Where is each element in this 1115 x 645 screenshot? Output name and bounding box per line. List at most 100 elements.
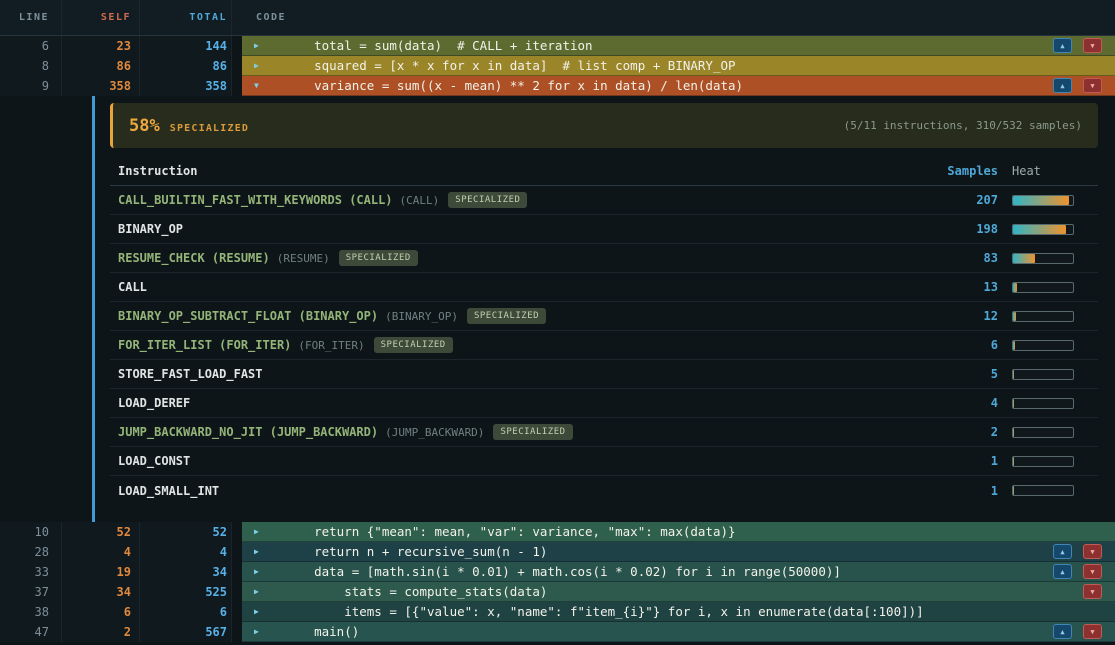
- row-actions: ▲▼: [1053, 544, 1102, 559]
- instruction-name: LOAD_SMALL_INT: [118, 484, 924, 498]
- total-samples: 144: [140, 36, 232, 56]
- jump-up-button[interactable]: ▲: [1053, 38, 1072, 53]
- self-samples: 23: [62, 36, 140, 56]
- row-actions: ▲▼: [1053, 78, 1102, 93]
- code-line-row[interactable]: 472567▶ main()▲▼: [0, 622, 1115, 642]
- base-instruction: (JUMP_BACKWARD): [385, 426, 484, 439]
- instruction-row: CALL13: [110, 273, 1098, 302]
- th-instruction: Instruction: [118, 164, 924, 178]
- instruction-samples: 198: [924, 222, 1010, 236]
- expand-icon[interactable]: ▶: [242, 627, 284, 636]
- jump-up-button[interactable]: ▲: [1053, 544, 1072, 559]
- code-line-row[interactable]: 623144▶ total = sum(data) # CALL + itera…: [0, 36, 1115, 56]
- code-rows-bottom: 10 5252 ▶ return {"mean": mean, "var": var…: [0, 522, 1115, 642]
- code-line-row[interactable]: 331934▶ data = [math.sin(i * 0.01) + mat…: [0, 562, 1115, 582]
- expand-icon[interactable]: ▶: [242, 587, 284, 596]
- instruction-name: STORE_FAST_LOAD_FAST: [118, 367, 924, 381]
- self-samples: 52: [62, 522, 140, 542]
- heat-bar-fill: [1013, 370, 1014, 379]
- line-number: 38: [0, 602, 62, 622]
- instruction-name: LOAD_DEREF: [118, 396, 924, 410]
- code-line-row[interactable]: 9358358▼ variance = sum((x - mean) ** 2 …: [0, 76, 1115, 96]
- specialization-summary-left: 58% SPECIALIZED: [129, 116, 249, 136]
- code-cell[interactable]: ▶ main()▲▼: [242, 622, 1115, 642]
- code-cell[interactable]: ▶ squared = [x * x for x in data] # list…: [242, 56, 1115, 76]
- base-instruction: (FOR_ITER): [298, 339, 364, 352]
- collapse-icon[interactable]: ▼: [242, 81, 284, 90]
- expand-icon[interactable]: ▶: [242, 607, 284, 616]
- specialized-badge: SPECIALIZED: [493, 424, 572, 440]
- code-line-row[interactable]: 2844▶ return n + recursive_sum(n - 1)▲▼: [0, 542, 1115, 562]
- instruction-name: CALL_BUILTIN_FAST_WITH_KEYWORDS (CALL)(C…: [118, 192, 924, 208]
- jump-down-button[interactable]: ▼: [1083, 78, 1102, 93]
- expand-icon[interactable]: ▶: [242, 547, 284, 556]
- jump-down-button[interactable]: ▼: [1083, 584, 1102, 599]
- code-cell[interactable]: ▶ stats = compute_stats(data)▼: [242, 582, 1115, 602]
- th-samples: Samples: [924, 164, 1010, 178]
- line-number: 8: [0, 56, 62, 76]
- self-samples: 6: [62, 602, 140, 622]
- col-header-total: TOTAL: [140, 0, 232, 35]
- instruction-samples: 12: [924, 309, 1010, 323]
- code-line-row[interactable]: 88686▶ squared = [x * x for x in data] #…: [0, 56, 1115, 76]
- instruction-name: LOAD_CONST: [118, 454, 924, 468]
- code-line-row[interactable]: 105252▶ return {"mean": mean, "var": var…: [0, 522, 1115, 542]
- base-instruction: (BINARY_OP): [385, 310, 458, 323]
- instruction-row: JUMP_BACKWARD_NO_JIT (JUMP_BACKWARD)(JUM…: [110, 418, 1098, 447]
- base-instruction: (CALL): [400, 194, 440, 207]
- heat-bar-track: [1012, 224, 1074, 235]
- heat-cell: [1010, 427, 1098, 438]
- jump-down-button[interactable]: ▼: [1083, 624, 1102, 639]
- total-samples: 525: [140, 582, 232, 602]
- jump-up-button[interactable]: ▲: [1053, 78, 1072, 93]
- expand-icon[interactable]: ▶: [242, 61, 284, 70]
- instruction-name: RESUME_CHECK (RESUME)(RESUME)SPECIALIZED: [118, 250, 924, 266]
- jump-down-button[interactable]: ▼: [1083, 544, 1102, 559]
- instruction-samples: 6: [924, 338, 1010, 352]
- expand-icon[interactable]: ▶: [242, 41, 284, 50]
- line-number: 10: [0, 522, 62, 542]
- heat-bar-track: [1012, 340, 1074, 351]
- heat-cell: [1010, 224, 1098, 235]
- jump-down-button[interactable]: ▼: [1083, 38, 1102, 53]
- code-cell[interactable]: ▶ data = [math.sin(i * 0.01) + math.cos(…: [242, 562, 1115, 582]
- expand-icon[interactable]: ▶: [242, 567, 284, 576]
- col-header-code: CODE: [232, 12, 1115, 23]
- heat-bar-fill: [1013, 341, 1015, 350]
- heat-bar-fill: [1013, 486, 1014, 495]
- code-cell[interactable]: ▶ total = sum(data) # CALL + iteration▲▼: [242, 36, 1115, 56]
- instruction-samples: 13: [924, 280, 1010, 294]
- code-text: return n + recursive_sum(n - 1): [284, 544, 1053, 559]
- instruction-row: BINARY_OP_SUBTRACT_FLOAT (BINARY_OP)(BIN…: [110, 302, 1098, 331]
- jump-up-button[interactable]: ▲: [1053, 564, 1072, 579]
- self-samples: 86: [62, 56, 140, 76]
- code-cell[interactable]: ▶ items = [{"value": x, "name": f"item_{…: [242, 602, 1115, 622]
- specialization-meta: (5/11 instructions, 310/532 samples): [844, 119, 1082, 132]
- code-cell[interactable]: ▶ return n + recursive_sum(n - 1)▲▼: [242, 542, 1115, 562]
- code-line-row[interactable]: 3866▶ items = [{"value": x, "name": f"it…: [0, 602, 1115, 622]
- instruction-row: RESUME_CHECK (RESUME)(RESUME)SPECIALIZED…: [110, 244, 1098, 273]
- code-cell[interactable]: ▼ variance = sum((x - mean) ** 2 for x i…: [242, 76, 1115, 96]
- code-line-row[interactable]: 3734525▶ stats = compute_stats(data)▼: [0, 582, 1115, 602]
- line-number: 33: [0, 562, 62, 582]
- row-actions: ▲▼: [1053, 38, 1102, 53]
- jump-down-button[interactable]: ▼: [1083, 564, 1102, 579]
- specialized-percent: 58%: [129, 116, 160, 136]
- expand-icon[interactable]: ▶: [242, 527, 284, 536]
- heat-bar-track: [1012, 369, 1074, 380]
- self-samples: 2: [62, 622, 140, 642]
- instruction-name: BINARY_OP_SUBTRACT_FLOAT (BINARY_OP)(BIN…: [118, 308, 924, 324]
- heat-bar-track: [1012, 195, 1074, 206]
- heat-cell: [1010, 485, 1098, 496]
- expansion-indicator-line: [92, 96, 95, 522]
- specialized-badge: SPECIALIZED: [467, 308, 546, 324]
- profiler-app: LINE SELF TOTAL CODE 623144▶ total = sum…: [0, 0, 1115, 642]
- base-instruction: (RESUME): [277, 252, 330, 265]
- heat-bar-fill: [1013, 283, 1017, 292]
- instruction-samples: 1: [924, 454, 1010, 468]
- total-samples: 358: [140, 76, 232, 96]
- heat-cell: [1010, 195, 1098, 206]
- code-cell[interactable]: ▶ return {"mean": mean, "var": variance,…: [242, 522, 1115, 542]
- heat-bar-track: [1012, 253, 1074, 264]
- jump-up-button[interactable]: ▲: [1053, 624, 1072, 639]
